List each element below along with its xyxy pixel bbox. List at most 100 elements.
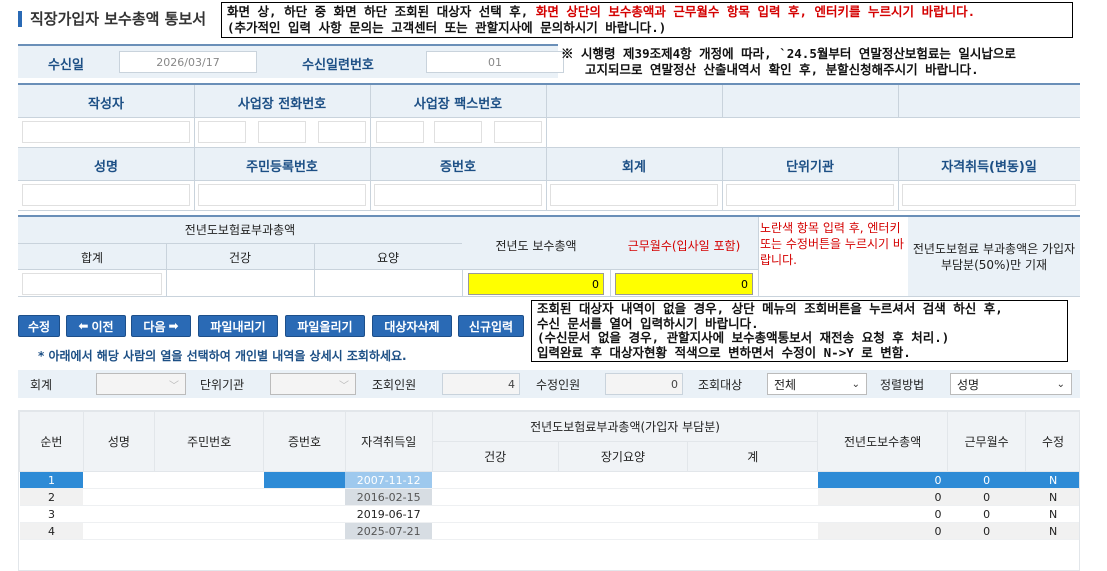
receipt-panel: 수신일 2026/03/17 수신일련번호 01	[18, 44, 564, 78]
cell-annual-pay: 0	[817, 488, 948, 506]
cell-acquire: 2016-02-15	[345, 488, 433, 506]
target-filter-label: 조회대상	[698, 378, 743, 392]
col-seq: 순번	[19, 411, 84, 472]
accounting-filter-label: 회계	[30, 378, 53, 392]
col-name: 성명	[82, 411, 155, 472]
cell-sum	[687, 522, 818, 540]
cell-months: 0	[947, 505, 1026, 523]
cell-acquire: 2025-07-21	[345, 522, 433, 540]
writer-field[interactable]	[22, 121, 190, 143]
acquire-date-field[interactable]	[902, 184, 1076, 206]
cell-months: 0	[947, 522, 1026, 540]
prev-button[interactable]: ⬅ 이전	[66, 315, 126, 337]
col-rrn: 주민번호	[153, 411, 265, 472]
cell-ltc	[558, 471, 688, 489]
cell-health	[432, 488, 559, 506]
unit-select[interactable]: ﹀	[270, 373, 356, 395]
col-health: 건강	[431, 441, 559, 472]
col-cert: 증번호	[263, 411, 346, 472]
col-months: 근무월수	[947, 411, 1027, 472]
arrow-left-icon: ⬅	[78, 319, 89, 333]
page-title: 직장가입자 보수총액 통보서	[18, 8, 206, 29]
writer-header: 작성자	[88, 97, 124, 112]
premium-note: 전년도보험료 부과총액은 가입자부담분(50%)만 기재	[912, 242, 1076, 272]
cell-cert	[263, 471, 346, 489]
cell-seq: 2	[19, 488, 84, 506]
cell-cert	[263, 522, 346, 540]
cell-annual-pay: 0	[817, 522, 948, 540]
cell-annual-pay: 0	[817, 471, 948, 489]
query-count-label: 조회인원	[372, 378, 417, 392]
edit-button[interactable]: 수정	[18, 315, 60, 337]
chevron-down-icon: ﹀	[339, 380, 349, 392]
cell-sum	[687, 488, 818, 506]
arrow-right-icon: ➡	[168, 319, 179, 333]
chevron-down-icon: ﹀	[169, 380, 179, 392]
sort-filter-label: 정렬방법	[880, 378, 925, 392]
yellow-input-hint: 노란색 항목 입력 후, 엔터키 또는 수정버튼을 누르시기 바랍니다.	[760, 221, 904, 267]
cell-edited: N	[1025, 488, 1079, 506]
upload-button[interactable]: 파일올리기	[285, 315, 365, 337]
chevron-down-icon: ⌄	[1056, 378, 1065, 390]
new-input-button[interactable]: 신규입력	[458, 315, 524, 337]
phone-header: 사업장 전화번호	[237, 97, 327, 112]
cell-cert	[263, 488, 346, 506]
premium-total-field[interactable]	[22, 273, 162, 295]
name-header: 성명	[94, 160, 118, 175]
annual-pay-input[interactable]: 0	[468, 273, 604, 295]
phone-field-3[interactable]	[318, 121, 366, 143]
cell-rrn	[154, 471, 264, 489]
accounting-select[interactable]: ﹀	[96, 373, 186, 395]
cell-annual-pay: 0	[817, 505, 948, 523]
download-button[interactable]: 파일내리기	[198, 315, 278, 337]
law-notice: ※ 시행령 제39조제4항 개정에 따라, `24.5월부터 연말정산보험료는 …	[561, 46, 1016, 77]
phone-field-2[interactable]	[258, 121, 306, 143]
cell-sum	[687, 471, 818, 489]
fax-field-2[interactable]	[434, 121, 482, 143]
premium-panel: 전년도보험료부과총액 합계 건강 요양 전년도 보수총액 근무월수(입사일 포함…	[18, 215, 1080, 297]
name-field[interactable]	[22, 184, 190, 206]
select-row-hint: * 아래에서 해당 사람의 열을 선택하여 개인별 내역을 상세시 조회하세요.	[38, 349, 407, 363]
cell-rrn	[154, 488, 264, 506]
premium-care-header: 요양	[376, 251, 400, 265]
target-grid: 순번 성명 주민번호 증번호 자격취득일 전년도보험료부과총액(가입자 부담분)…	[18, 410, 1080, 571]
rrn-header: 주민등록번호	[246, 160, 318, 175]
table-row[interactable]: 4 2025-07-21 0 0 N	[19, 522, 1079, 540]
unit-filter-label: 단위기관	[200, 378, 245, 392]
col-sum: 계	[687, 441, 819, 472]
cell-health	[432, 522, 559, 540]
cell-name	[83, 471, 155, 489]
edit-count-label: 수정인원	[536, 378, 581, 392]
phone-field-1[interactable]	[198, 121, 246, 143]
cell-health	[432, 505, 559, 523]
col-annual-pay: 전년도보수총액	[817, 411, 949, 472]
unit-field[interactable]	[726, 184, 894, 206]
premium-group-label: 전년도보험료부과총액	[184, 223, 296, 237]
work-months-input[interactable]: 0	[615, 273, 753, 295]
accounting-field[interactable]	[550, 184, 718, 206]
rrn-field[interactable]	[198, 184, 366, 206]
cell-months: 0	[947, 471, 1026, 489]
cell-name	[83, 522, 155, 540]
delete-target-button[interactable]: 대상자삭제	[372, 315, 452, 337]
target-select[interactable]: 전체 ⌄	[767, 373, 867, 395]
table-row[interactable]: 1 2007-11-12 0 0 N	[19, 471, 1079, 489]
edit-count-field: 0	[605, 373, 683, 395]
cert-no-field[interactable]	[374, 184, 542, 206]
next-button[interactable]: 다음 ➡	[131, 315, 191, 337]
col-acquire: 자격취득일	[344, 411, 433, 472]
receipt-serial-label: 수신일련번호	[302, 58, 374, 73]
cell-name	[83, 505, 155, 523]
fax-field-3[interactable]	[494, 121, 542, 143]
cell-cert	[263, 505, 346, 523]
unit-header: 단위기관	[786, 160, 834, 175]
receipt-serial-field[interactable]: 01	[426, 51, 564, 73]
cell-acquire: 2019-06-17	[345, 505, 433, 523]
receipt-date-label: 수신일	[48, 58, 84, 73]
cell-health	[432, 471, 559, 489]
table-row[interactable]: 2 2016-02-15 0 0 N	[19, 488, 1079, 506]
sort-select[interactable]: 성명 ⌄	[950, 373, 1072, 395]
receipt-date-field[interactable]: 2026/03/17	[119, 51, 257, 73]
table-row[interactable]: 3 2019-06-17 0 0 N	[19, 505, 1079, 523]
fax-field-1[interactable]	[376, 121, 424, 143]
